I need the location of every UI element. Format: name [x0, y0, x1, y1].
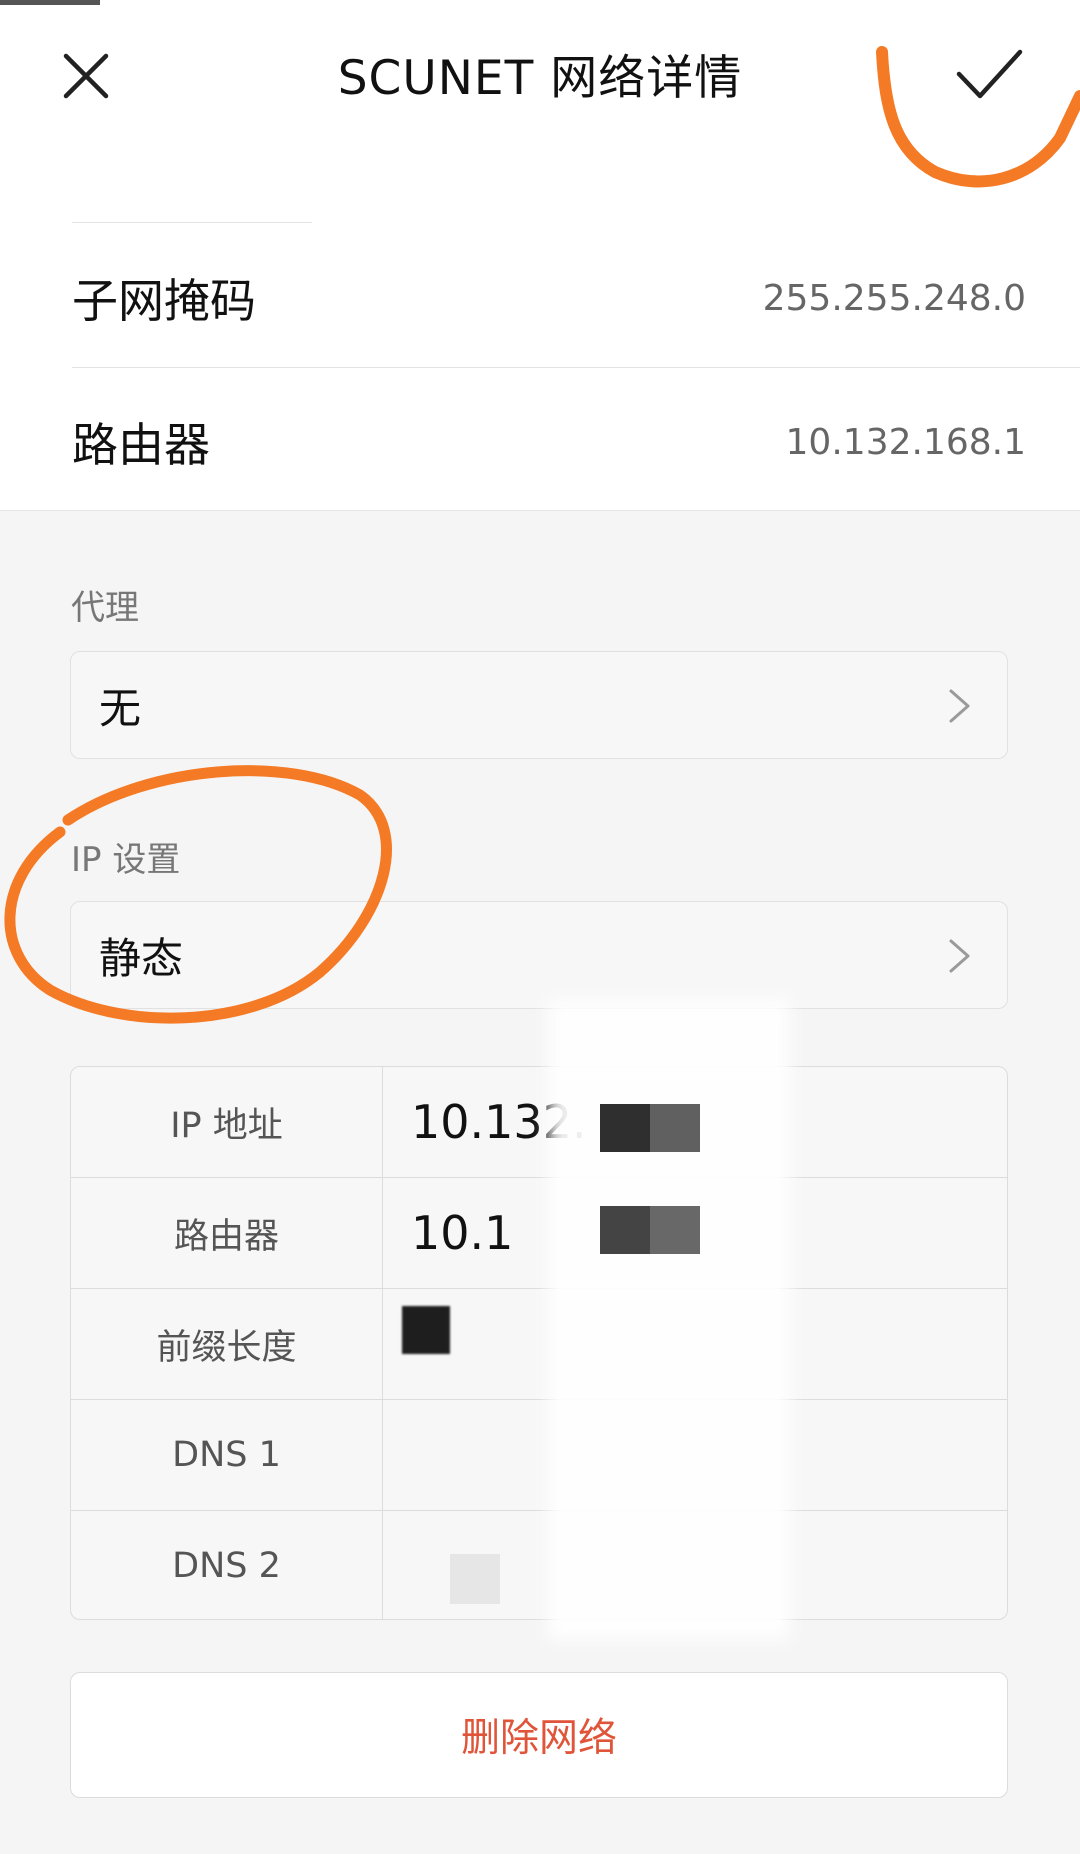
top-bar: SCUNET 网络详情	[0, 0, 1080, 152]
page-title: SCUNET 网络详情	[337, 51, 743, 106]
router-value: 10.132.168.1	[785, 421, 1026, 463]
chevron-right-icon	[949, 939, 970, 973]
redaction-block	[600, 1104, 650, 1152]
ip-settings-section-label: IP 设置	[71, 840, 181, 880]
ip-settings-select[interactable]: 静态	[70, 901, 1008, 1009]
divider	[72, 222, 312, 223]
gateway-row: 路由器 10.1	[71, 1178, 1007, 1288]
prefix-length-row: 前缀长度	[71, 1289, 1007, 1399]
check-icon	[956, 49, 1023, 99]
dns2-row: DNS 2	[71, 1511, 1007, 1619]
ip-address-label: IP 地址	[170, 1105, 283, 1146]
redaction-block	[450, 1554, 500, 1604]
dns1-label: DNS 1	[172, 1435, 281, 1475]
redaction-block	[402, 1306, 450, 1354]
redaction-block	[650, 1206, 700, 1254]
router-row: 路由器 10.132.168.1	[72, 372, 1026, 512]
confirm-button[interactable]	[954, 46, 1024, 106]
divider	[0, 510, 1080, 511]
status-strip	[0, 0, 100, 5]
router-label: 路由器	[72, 418, 210, 472]
gateway-value: 10.1	[411, 1206, 514, 1260]
redaction-block	[600, 1206, 650, 1254]
delete-network-button[interactable]: 删除网络	[70, 1672, 1008, 1798]
divider	[72, 367, 1080, 368]
redaction-block	[650, 1104, 700, 1152]
dns1-row: DNS 1	[71, 1400, 1007, 1510]
prefix-length-label: 前缀长度	[156, 1327, 297, 1368]
static-ip-table: IP 地址 10.132. 路由器 10.1 前缀长度 DNS 1 DNS 2	[70, 1066, 1008, 1620]
subnet-mask-value: 255.255.248.0	[762, 277, 1026, 319]
subnet-mask-label: 子网掩码	[72, 274, 256, 328]
privacy-blur	[548, 1000, 790, 1640]
proxy-select[interactable]: 无	[70, 651, 1008, 759]
proxy-section-label: 代理	[71, 588, 139, 628]
proxy-select-value: 无	[99, 683, 142, 733]
ip-settings-select-value: 静态	[99, 933, 184, 983]
dns2-label: DNS 2	[172, 1546, 281, 1586]
chevron-right-icon	[949, 689, 970, 723]
subnet-mask-row: 子网掩码 255.255.248.0	[72, 228, 1026, 368]
ip-address-row: IP 地址 10.132.	[71, 1067, 1007, 1177]
gateway-label: 路由器	[173, 1216, 279, 1257]
